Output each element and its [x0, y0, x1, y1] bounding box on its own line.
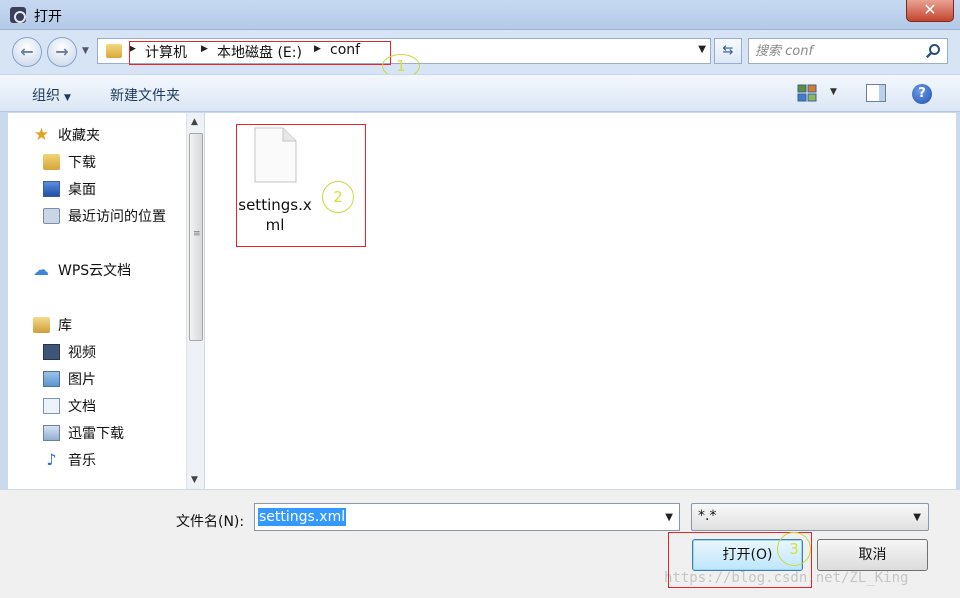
annotation-circle-2: 2: [322, 181, 354, 213]
annotation-box-breadcrumb: [129, 41, 391, 65]
cancel-button[interactable]: 取消: [817, 539, 928, 571]
preview-pane-icon[interactable]: [866, 84, 886, 102]
nav-label: 下载: [68, 155, 96, 171]
nav-item-favorites[interactable]: ★ 收藏夹: [33, 125, 100, 145]
filename-dropdown-icon[interactable]: ▼: [665, 512, 673, 523]
chevron-down-icon[interactable]: ▼: [913, 512, 921, 523]
organize-label: 组织: [32, 88, 60, 104]
nav-label: 文档: [68, 399, 96, 415]
refresh-button[interactable]: ⇆: [714, 38, 742, 64]
nav-item-music[interactable]: ♪ 音乐: [43, 450, 96, 470]
address-dropdown-icon[interactable]: ▼: [698, 44, 706, 55]
nav-item-libraries[interactable]: 库: [33, 315, 72, 335]
nav-item-videos[interactable]: 视频: [43, 342, 96, 362]
downloads-folder-icon: [43, 154, 60, 170]
nav-label: 图片: [68, 372, 96, 388]
search-icon[interactable]: [925, 43, 941, 59]
new-folder-button[interactable]: 新建文件夹: [110, 85, 180, 105]
bottom-panel: 文件名(N): settings.xml ▼ *.* ▼ 打开(O) 取消 ht…: [0, 489, 960, 598]
folder-icon: [106, 44, 122, 58]
thunder-download-icon: [43, 425, 60, 441]
scroll-down-icon[interactable]: ▼: [191, 475, 198, 485]
star-icon: ★: [33, 125, 50, 145]
nav-label: 桌面: [68, 182, 96, 198]
toolbar: 组织 ▼ 新建文件夹 ▼ ?: [0, 74, 960, 112]
view-options-icon[interactable]: [797, 84, 817, 102]
forward-button[interactable]: →: [47, 37, 77, 67]
scroll-up-icon[interactable]: ▲: [191, 117, 198, 127]
filename-value[interactable]: settings.xml: [258, 508, 347, 526]
view-dropdown-icon[interactable]: ▼: [830, 87, 837, 97]
recent-places-icon: [43, 208, 60, 224]
filename-input[interactable]: settings.xml ▼: [254, 503, 680, 531]
nav-label: WPS云文档: [58, 263, 132, 279]
close-button[interactable]: ✕: [906, 0, 954, 22]
nav-item-documents[interactable]: 文档: [43, 396, 96, 416]
nav-scrollbar[interactable]: ▲ ≡ ▼: [186, 113, 204, 489]
filename-label: 文件名(N):: [176, 514, 245, 530]
cloud-icon: ☁: [33, 260, 49, 279]
pictures-icon: [43, 371, 60, 387]
desktop-icon: [43, 181, 60, 197]
search-input[interactable]: [755, 42, 915, 60]
chevron-down-icon: ▼: [64, 93, 71, 103]
history-dropdown-icon[interactable]: ▼: [82, 46, 89, 56]
search-box[interactable]: [748, 38, 948, 64]
nav-label: 收藏夹: [58, 128, 100, 144]
title-bar: 打开 ✕: [0, 0, 960, 30]
documents-icon: [43, 398, 60, 414]
annotation-circle-3: 3: [777, 532, 811, 566]
file-type-select[interactable]: *.* ▼: [691, 503, 929, 531]
music-icon: ♪: [46, 450, 57, 469]
library-icon: [33, 317, 50, 333]
grip-icon: ≡: [193, 229, 201, 239]
nav-item-recent[interactable]: 最近访问的位置: [43, 206, 166, 226]
help-icon[interactable]: ?: [912, 84, 932, 104]
nav-item-desktop[interactable]: 桌面: [43, 179, 96, 199]
video-icon: [43, 344, 60, 360]
nav-label: 库: [58, 318, 72, 334]
nav-label: 音乐: [68, 453, 96, 469]
organize-button[interactable]: 组织 ▼: [32, 85, 71, 105]
nav-label: 最近访问的位置: [68, 209, 166, 225]
navigation-pane: ★ 收藏夹 下载 桌面 最近访问的位置 ☁ WPS云文档 库 视频 图片 文档 迅雷…: [8, 113, 204, 489]
nav-label: 迅雷下载: [68, 426, 124, 442]
nav-item-downloads[interactable]: 下载: [43, 152, 96, 172]
window-title: 打开: [34, 9, 62, 25]
app-icon: [10, 7, 26, 23]
back-button[interactable]: ←: [12, 37, 42, 67]
nav-item-thunder-downloads[interactable]: 迅雷下载: [43, 423, 124, 443]
scroll-thumb[interactable]: ≡: [189, 133, 203, 341]
nav-item-wps-cloud[interactable]: ☁ WPS云文档: [33, 260, 131, 280]
nav-item-pictures[interactable]: 图片: [43, 369, 96, 389]
file-type-value: *.*: [698, 508, 717, 524]
nav-label: 视频: [68, 345, 96, 361]
